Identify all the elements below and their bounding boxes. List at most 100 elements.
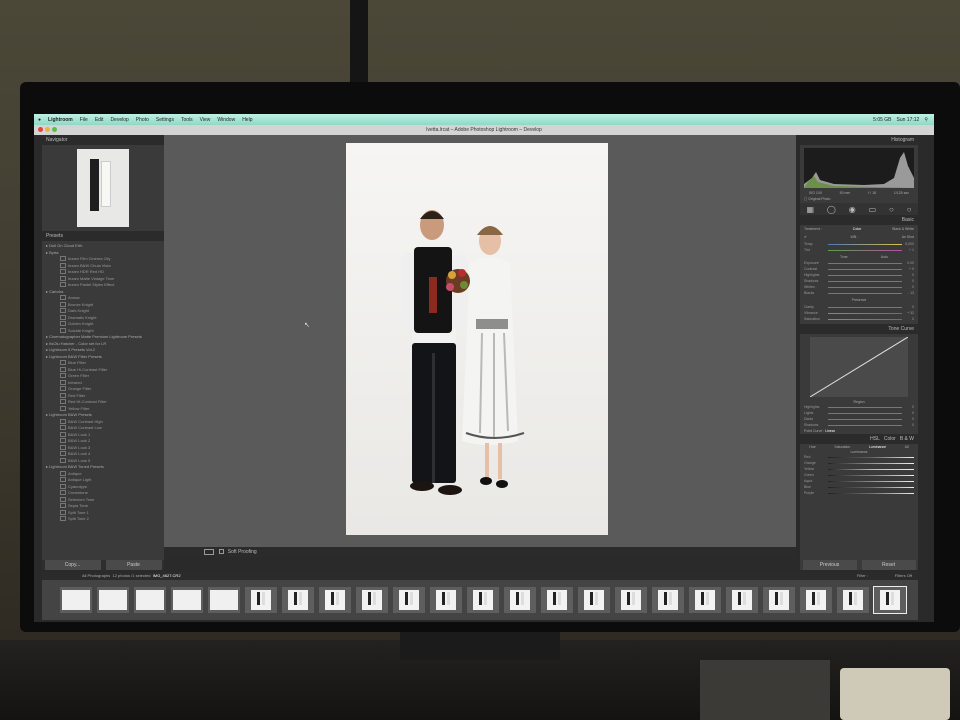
filmstrip-thumbnail[interactable]	[393, 587, 425, 613]
crop-icon[interactable]: ▦	[806, 205, 814, 214]
view-mode-icon[interactable]	[204, 548, 214, 555]
filmstrip-thumbnail[interactable]	[430, 587, 462, 613]
copy-button[interactable]: Copy...	[44, 560, 101, 570]
tool-strip: ▦ ◯ ◉ ▭ ○ ○	[800, 203, 918, 215]
presets-header[interactable]: Presets	[42, 231, 164, 241]
radial-filter-icon[interactable]: ○	[889, 205, 894, 214]
wb-select[interactable]: As Shot	[902, 235, 914, 239]
menu-view[interactable]: View	[200, 117, 211, 123]
aperture-readout: f / 18	[868, 191, 876, 195]
filter-label: Filter :	[856, 573, 868, 578]
tone-row: Tone Auto	[800, 253, 918, 260]
previous-button[interactable]: Previous	[802, 560, 857, 570]
navigator-header[interactable]: Navigator	[42, 135, 164, 145]
menu-edit[interactable]: Edit	[95, 117, 104, 123]
filmstrip-thumbnail[interactable]	[60, 587, 92, 613]
filmstrip-thumbnail[interactable]	[97, 587, 129, 613]
search-icon[interactable]: ⚲	[924, 117, 928, 123]
menu-window[interactable]: Window	[217, 117, 235, 123]
filmstrip-thumbnail[interactable]	[171, 587, 203, 613]
menu-bar: ● Lightroom File Edit Develop Photo Sett…	[34, 114, 934, 125]
original-photo-toggle[interactable]: ▢ Original Photo	[800, 195, 918, 203]
copy-paste-bar: Copy... Paste	[42, 560, 164, 570]
window-controls	[38, 127, 59, 132]
close-icon[interactable]	[38, 127, 43, 132]
filmstrip-source[interactable]: All Photographs	[82, 573, 110, 578]
filmstrip-thumbnail[interactable]	[726, 587, 758, 613]
menu-file[interactable]: File	[80, 117, 88, 123]
basic-header[interactable]: Basic	[800, 215, 918, 225]
tone-curve-graph[interactable]	[809, 336, 909, 398]
hsl-tab[interactable]: HSL	[870, 434, 880, 444]
minimize-icon[interactable]	[45, 127, 50, 132]
couple-photo-art	[402, 210, 525, 495]
wb-row: ✔ WB : As Shot	[800, 233, 918, 241]
menu-photo[interactable]: Photo	[136, 117, 149, 123]
filmstrip-thumbnail[interactable]	[615, 587, 647, 613]
filmstrip-thumbnail[interactable]	[763, 587, 795, 613]
preset-item[interactable]: Split Tone 2	[46, 516, 164, 523]
hue-subtab[interactable]: Hue	[809, 445, 815, 449]
graduated-filter-icon[interactable]: ▭	[869, 205, 877, 214]
menu-lightroom[interactable]: Lightroom	[48, 117, 73, 123]
apple-icon[interactable]: ●	[38, 117, 41, 123]
histogram-header[interactable]: Histogram	[800, 135, 918, 145]
hsl-sliders: Red Orange Yellow Green Aqua Blue Purple	[800, 454, 918, 496]
spot-removal-icon[interactable]: ◯	[827, 205, 836, 214]
menu-help[interactable]: Help	[242, 117, 252, 123]
saturation-subtab[interactable]: Saturation	[834, 445, 850, 449]
menu-settings[interactable]: Settings	[156, 117, 174, 123]
filmstrip-thumbnail[interactable]	[467, 587, 499, 613]
zoom-icon[interactable]	[52, 127, 57, 132]
focal-readout: 50 mm	[839, 191, 851, 195]
left-panel: Navigator Presets ▸ Dull On Cloud Erth ▸ …	[42, 135, 164, 570]
bw-tab[interactable]: B & W	[900, 434, 914, 444]
paste-button[interactable]: Paste	[105, 560, 162, 570]
filmstrip-thumbnail[interactable]	[689, 587, 721, 613]
filmstrip-thumbnail[interactable]	[652, 587, 684, 613]
histogram	[804, 148, 914, 188]
photo-canvas[interactable]: ↖	[164, 135, 796, 547]
groom-figure	[90, 159, 99, 211]
hsl-header[interactable]: HSL Color B & W	[800, 434, 918, 444]
brush-icon[interactable]: ○	[907, 205, 912, 214]
hsl-slider[interactable]: Purple	[800, 490, 918, 496]
filters-off-select[interactable]: Filters Off	[895, 572, 912, 580]
soft-proofing-checkbox[interactable]	[219, 549, 225, 555]
menu-tools[interactable]: Tools	[181, 117, 193, 123]
filmstrip-thumbnail[interactable]	[134, 587, 166, 613]
tone-curve-header[interactable]: Tone Curve	[800, 324, 918, 334]
filmstrip-thumbnail[interactable]	[282, 587, 314, 613]
navigator-preview[interactable]	[77, 149, 129, 227]
filmstrip-bar: All Photographs 12 photos /1 selected IM…	[42, 572, 918, 580]
filmstrip-thumbnail[interactable]	[837, 587, 869, 613]
filmstrip-thumbnail[interactable]	[504, 587, 536, 613]
cable	[350, 0, 368, 90]
saturation-slider[interactable]: Saturation 0	[800, 316, 918, 322]
treatment-bw[interactable]: Black & White	[892, 227, 914, 231]
treatment-color[interactable]: Color	[853, 227, 861, 231]
filmstrip-thumbnail[interactable]	[356, 587, 388, 613]
filmstrip-thumbnail[interactable]	[245, 587, 277, 613]
all-subtab[interactable]: All	[905, 445, 909, 449]
filmstrip-thumbnail[interactable]	[578, 587, 610, 613]
filmstrip-thumbnail[interactable]	[800, 587, 832, 613]
point-curve-select[interactable]: Linear	[825, 429, 835, 433]
point-curve-label: Point Curve :	[804, 429, 825, 433]
window-title: Ivetta.lrcat – Adobe Photoshop Lightroom…	[34, 125, 934, 135]
filmstrip-thumbnail[interactable]	[541, 587, 573, 613]
filmstrip-thumbnail[interactable]	[208, 587, 240, 613]
menu-develop[interactable]: Develop	[110, 117, 128, 123]
desk-object	[700, 660, 830, 720]
filmstrip-thumbnail[interactable]	[873, 586, 907, 614]
battery-readout[interactable]: 5:05 GB	[873, 117, 891, 123]
luminance-subtab[interactable]: Luminance	[869, 445, 886, 449]
auto-tone-button[interactable]: Auto	[881, 255, 888, 259]
clock[interactable]: Sun 17:12	[897, 117, 920, 123]
original-photo-label: Original Photo	[808, 197, 831, 201]
filmstrip-thumbnail[interactable]	[319, 587, 351, 613]
color-tab[interactable]: Color	[884, 434, 896, 444]
wb-eyedropper-icon[interactable]: ✔	[804, 235, 807, 239]
reset-button[interactable]: Reset	[861, 560, 916, 570]
red-eye-icon[interactable]: ◉	[849, 205, 856, 214]
